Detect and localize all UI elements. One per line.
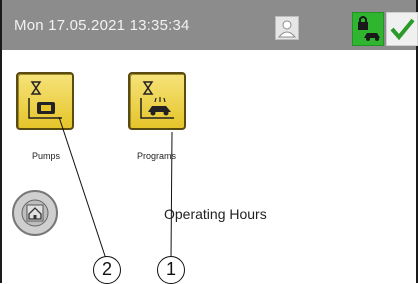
- status-bar: Mon 17.05.2021 13:35:34: [2, 0, 418, 50]
- user-icon: [277, 20, 297, 38]
- confirm-button[interactable]: [386, 12, 418, 46]
- callout-1: 1: [157, 256, 185, 284]
- checkmark-icon: [390, 18, 415, 41]
- hourglass-pump-icon: [28, 81, 62, 119]
- home-icon: [21, 199, 49, 227]
- callout-2: 2: [93, 256, 121, 284]
- home-button[interactable]: [12, 190, 58, 236]
- programs-label: Programs: [137, 151, 177, 161]
- pumps-label: Pumps: [32, 151, 61, 161]
- lock-button[interactable]: [352, 12, 384, 46]
- user-button[interactable]: [275, 16, 299, 40]
- hourglass-car-wash-icon: [140, 81, 174, 119]
- lock-car-icon: [358, 16, 380, 41]
- screen: Mon 17.05.2021 13:35:34 Pumps Programs O…: [0, 0, 418, 284]
- pumps-button[interactable]: [16, 72, 74, 130]
- datetime-display: Mon 17.05.2021 13:35:34: [14, 17, 190, 34]
- page-title: Operating Hours: [164, 206, 267, 222]
- callout-line-2: [58, 116, 107, 260]
- programs-button[interactable]: [128, 72, 186, 130]
